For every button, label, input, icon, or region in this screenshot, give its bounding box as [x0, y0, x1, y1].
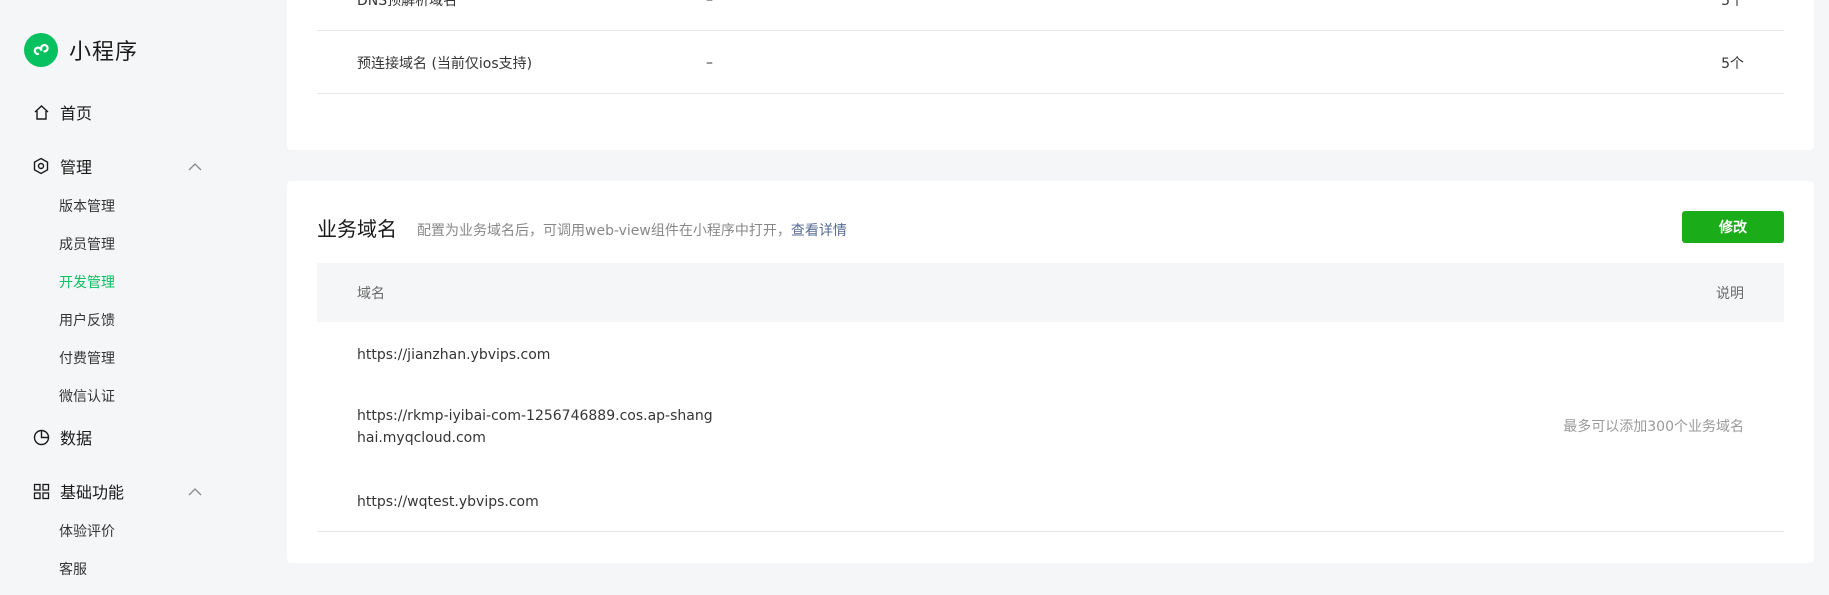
domain-value: –	[706, 54, 713, 71]
domain-item: https://rkmp-iyibai-com-1256746889.cos.a…	[357, 408, 713, 446]
sidebar-item-experience-rating[interactable]: 体验评价	[59, 521, 115, 541]
domain-limit-note: 最多可以添加300个业务域名	[1563, 419, 1744, 435]
table-row: 预连接域名 (当前仅ios支持) – 5个	[317, 32, 1784, 94]
section-title: 业务域名	[317, 217, 397, 241]
column-header-domain: 域名	[357, 285, 385, 302]
sidebar-item-customer-service[interactable]: 客服	[59, 559, 87, 579]
domain-item: https://wqtest.ybvips.com	[357, 494, 539, 510]
section-description-text: 配置为业务域名后，可调用web-view组件在小程序中打开，	[417, 223, 791, 239]
domain-value: –	[706, 0, 713, 8]
nav-data[interactable]: 数据	[32, 425, 202, 449]
server-domain-card: DNS预解析域名 – 5个 预连接域名 (当前仅ios支持) – 5个	[287, 0, 1814, 150]
sidebar-item-version[interactable]: 版本管理	[59, 196, 115, 216]
chevron-up-icon[interactable]	[188, 157, 202, 176]
edit-button[interactable]: 修改	[1682, 211, 1784, 243]
table-row: DNS预解析域名 – 5个	[317, 0, 1784, 31]
miniprogram-logo-icon	[24, 33, 58, 67]
domain-type-label: DNS预解析域名	[357, 0, 458, 9]
sidebar-item-feedback[interactable]: 用户反馈	[59, 310, 115, 330]
sidebar-item-wechat-verify[interactable]: 微信认证	[59, 386, 115, 406]
brand-name: 小程序	[69, 40, 139, 65]
brand[interactable]: 小程序	[24, 32, 138, 68]
pie-chart-icon	[32, 428, 50, 446]
view-details-link[interactable]: 查看详情	[791, 223, 847, 239]
table-bottom-divider	[317, 531, 1784, 532]
sidebar-item-payment[interactable]: 付费管理	[59, 348, 115, 368]
domain-item: https://jianzhan.ybvips.com	[357, 347, 551, 363]
nav-home[interactable]: 首页	[32, 100, 202, 124]
nav-manage-label: 管理	[60, 158, 93, 177]
domain-limit: 5个	[1721, 55, 1744, 72]
section-description: 配置为业务域名后，可调用web-view组件在小程序中打开，查看详情	[417, 220, 847, 240]
sidebar-item-members[interactable]: 成员管理	[59, 234, 115, 254]
nav-data-label: 数据	[60, 429, 93, 448]
nav-basic-functions-label: 基础功能	[60, 483, 125, 502]
table-header: 域名 说明	[317, 263, 1784, 322]
chevron-up-icon[interactable]	[188, 482, 202, 501]
column-header-note: 说明	[1716, 285, 1744, 302]
grid-icon	[32, 482, 50, 500]
domain-limit: 5个	[1721, 0, 1744, 9]
nav-home-label: 首页	[60, 104, 93, 123]
nav-manage[interactable]: 管理	[32, 154, 202, 178]
nav-basic-functions[interactable]: 基础功能	[32, 479, 202, 503]
sidebar: 小程序 首页 管理 版本管理 成员管理 开发管理 用户反馈 付费管理 微信认证 …	[0, 0, 287, 595]
home-icon	[32, 103, 50, 121]
settings-icon	[32, 157, 50, 175]
sidebar-item-development[interactable]: 开发管理	[59, 272, 115, 292]
business-domain-card: 业务域名 配置为业务域名后，可调用web-view组件在小程序中打开，查看详情 …	[287, 181, 1814, 563]
domain-type-label: 预连接域名 (当前仅ios支持)	[357, 55, 533, 72]
